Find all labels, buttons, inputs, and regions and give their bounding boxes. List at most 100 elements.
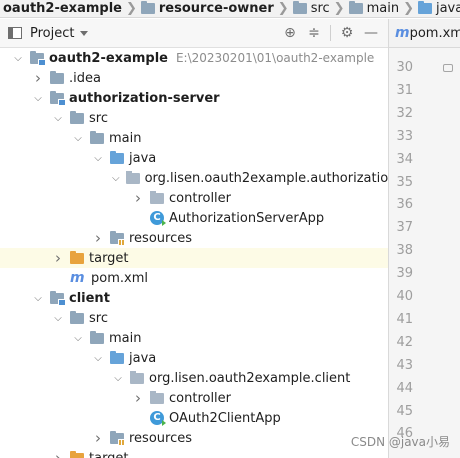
tree-row[interactable]: ⌵ client: [0, 288, 388, 308]
tree-row[interactable]: ⌵ org.lisen.oauth2example.authorizationse…: [0, 168, 388, 188]
tree-row[interactable]: ⌵ oauth2-example E:\20230201\01\oauth2-exa…: [0, 48, 388, 68]
chevron-down-icon[interactable]: ⌵: [32, 293, 44, 304]
tree-row[interactable]: ⌵ authorization-server: [0, 88, 388, 108]
tree-row[interactable]: › controller: [0, 188, 388, 208]
tree-row[interactable]: › resources: [0, 228, 388, 248]
maven-icon: m: [395, 25, 410, 41]
line-number: 35: [396, 174, 413, 190]
tree-row[interactable]: ⌵ org.lisen.oauth2example.client: [0, 368, 388, 388]
tree-row[interactable]: m pom.xml: [0, 268, 388, 288]
tree-icon-slot: C: [150, 211, 166, 226]
blue-folder-icon: [417, 1, 432, 14]
breadcrumb-item[interactable]: java: [415, 0, 460, 17]
tree-row[interactable]: › target: [0, 248, 388, 268]
module-folder-icon: [30, 50, 46, 66]
chevron-down-icon[interactable]: ⌵: [92, 353, 104, 364]
chevron-down-icon[interactable]: ⌵: [32, 93, 44, 104]
tree-icon-slot: [110, 350, 124, 364]
editor-tab[interactable]: m pom.xml: [388, 19, 460, 48]
breadcrumb-separator-icon: ❯: [277, 1, 289, 16]
tree-label: .idea: [69, 70, 101, 86]
tree-row[interactable]: ⌵ main: [0, 328, 388, 348]
tree-row[interactable]: ⌵ src: [0, 308, 388, 328]
tree-label: oauth2-example: [49, 50, 168, 66]
chevron-right-icon[interactable]: ›: [92, 429, 104, 447]
chevron-down-icon[interactable]: ⌵: [72, 133, 84, 144]
spring-class-icon: C: [150, 411, 166, 426]
resources-folder-icon: [110, 430, 126, 446]
tree-row[interactable]: › resources: [0, 428, 388, 448]
tree-row[interactable]: ⌵ java: [0, 148, 388, 168]
tree-row[interactable]: ⌵ main: [0, 128, 388, 148]
chevron-down-icon[interactable]: ⌵: [92, 153, 104, 164]
line-number: 36: [396, 197, 413, 213]
fold-marker-icon[interactable]: [443, 64, 453, 72]
tree-icon-slot: m: [70, 270, 86, 286]
breadcrumb-label: resource-owner: [158, 1, 274, 16]
breadcrumb-item[interactable]: main: [346, 0, 402, 17]
chevron-right-icon[interactable]: ›: [52, 249, 64, 267]
chevron-down-icon[interactable]: ⌵: [112, 373, 124, 384]
collapse-all-icon[interactable]: ≑: [306, 25, 322, 41]
tree-icon-slot: [70, 310, 84, 324]
chevron-down-icon[interactable]: ⌵: [112, 173, 120, 184]
folder-icon: [292, 1, 307, 14]
tree-row[interactable]: C AuthorizationServerApp: [0, 208, 388, 228]
chevron-down-icon[interactable]: ⌵: [72, 333, 84, 344]
gear-icon[interactable]: ⚙: [339, 25, 355, 41]
tree-label: controller: [169, 190, 232, 206]
tree-icon-slot: [90, 330, 104, 344]
line-number: 42: [396, 334, 413, 350]
panel-title[interactable]: Project: [30, 26, 74, 41]
minimize-icon[interactable]: —: [363, 25, 379, 41]
tree-label: org.lisen.oauth2example.client: [149, 370, 351, 386]
tree-label: resources: [129, 430, 193, 446]
editor-tab-label: pom.xml: [409, 25, 460, 41]
tree-icon-slot: [70, 450, 84, 458]
tree-icon-slot: [70, 250, 84, 264]
package-icon: [125, 170, 140, 184]
tree-row[interactable]: ⌵ src: [0, 108, 388, 128]
tree-row[interactable]: ⌵ java: [0, 348, 388, 368]
tree-icon-slot: [30, 50, 46, 66]
tree-row[interactable]: C OAuth2ClientApp: [0, 408, 388, 428]
chevron-down-icon[interactable]: ⌵: [52, 313, 64, 324]
breadcrumb-item[interactable]: oauth2-example: [0, 0, 125, 17]
breadcrumb-item[interactable]: src: [290, 0, 333, 17]
tree-label: main: [109, 130, 142, 146]
chevron-right-icon[interactable]: ›: [132, 189, 144, 207]
line-number: 39: [396, 266, 413, 282]
tree-label: pom.xml: [91, 270, 148, 286]
tree-label: authorization-server: [69, 90, 220, 106]
tree-label: java: [129, 150, 157, 166]
folder-icon: [140, 1, 155, 14]
orange-folder-icon: [70, 250, 84, 264]
tree-icon-slot: [110, 150, 124, 164]
tree-row[interactable]: › target: [0, 448, 388, 458]
chevron-right-icon[interactable]: ›: [132, 389, 144, 407]
chevron-right-icon[interactable]: ›: [92, 229, 104, 247]
chevron-down-icon[interactable]: ⌵: [12, 53, 24, 64]
tree-icon-slot: [150, 190, 164, 204]
tree-label: org.lisen.oauth2example.authorizationser…: [144, 170, 388, 186]
chevron-down-icon[interactable]: ⌵: [52, 113, 64, 124]
locate-icon[interactable]: ⊕: [282, 25, 298, 41]
line-number: 30: [396, 60, 413, 75]
folder-icon: [90, 330, 104, 344]
module-folder-icon: [50, 290, 66, 306]
tree-row[interactable]: › .idea: [0, 68, 388, 88]
chevron-right-icon[interactable]: ›: [32, 69, 44, 87]
tree-label: src: [89, 310, 108, 326]
line-number: 44: [396, 380, 413, 396]
tree-icon-slot: [50, 290, 66, 306]
toolbar-divider: [330, 25, 331, 41]
tree-row[interactable]: › controller: [0, 388, 388, 408]
breadcrumb-item[interactable]: resource-owner: [138, 0, 277, 17]
chevron-right-icon[interactable]: ›: [52, 449, 64, 458]
line-number: 34: [396, 151, 413, 167]
tree-label: controller: [169, 390, 232, 406]
tree-icon-slot: [90, 130, 104, 144]
tree-icon-slot: [50, 90, 66, 106]
project-path: E:\20230201\01\oauth2-example: [175, 51, 375, 65]
chevron-down-icon[interactable]: [80, 30, 89, 36]
